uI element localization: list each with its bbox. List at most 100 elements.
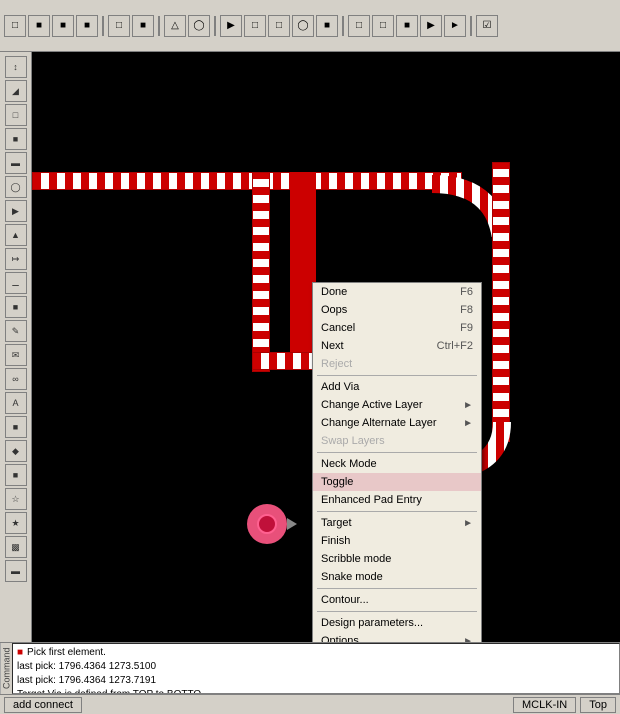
left-btn-8[interactable]: ▲ bbox=[5, 224, 27, 246]
context-menu: Done F6 Oops F8 Cancel F9 Next Ctrl+F2 R… bbox=[312, 282, 482, 642]
menu-item-change-alternate-layer[interactable]: Change Alternate Layer ► bbox=[313, 414, 481, 432]
menu-item-next[interactable]: Next Ctrl+F2 bbox=[313, 337, 481, 355]
cursor-arrow bbox=[287, 518, 297, 530]
toolbar-btn-12[interactable]: ◯ bbox=[292, 15, 314, 37]
menu-label-oops: Oops bbox=[321, 304, 347, 316]
toolbar-btn-11[interactable]: □ bbox=[268, 15, 290, 37]
left-btn-3[interactable]: □ bbox=[5, 104, 27, 126]
menu-item-add-via[interactable]: Add Via bbox=[313, 378, 481, 396]
left-btn-16[interactable]: ■ bbox=[5, 416, 27, 438]
left-btn-20[interactable]: ★ bbox=[5, 512, 27, 534]
cursor-inner bbox=[257, 514, 277, 534]
trace-left bbox=[252, 172, 270, 372]
separator-snake bbox=[317, 588, 477, 589]
menu-shortcut-oops: F8 bbox=[460, 304, 473, 316]
menu-item-oops[interactable]: Oops F8 bbox=[313, 301, 481, 319]
menu-label-reject: Reject bbox=[321, 358, 352, 370]
left-btn-4[interactable]: ■ bbox=[5, 128, 27, 150]
status-area: Command ■ Pick first element. last pick:… bbox=[0, 642, 620, 694]
left-btn-9[interactable]: ↦ bbox=[5, 248, 27, 270]
menu-label-enhanced-pad: Enhanced Pad Entry bbox=[321, 494, 422, 506]
menu-shortcut-cancel: F9 bbox=[460, 322, 473, 334]
menu-item-enhanced-pad[interactable]: Enhanced Pad Entry bbox=[313, 491, 481, 509]
left-btn-13[interactable]: ✉ bbox=[5, 344, 27, 366]
toolbar-btn-6[interactable]: ■ bbox=[132, 15, 154, 37]
menu-label-next: Next bbox=[321, 340, 344, 352]
menu-item-contour[interactable]: Contour... bbox=[313, 591, 481, 609]
menu-item-swap-layers: Swap Layers bbox=[313, 432, 481, 450]
left-btn-11[interactable]: ■ bbox=[5, 296, 27, 318]
menu-label-toggle: Toggle bbox=[321, 476, 353, 488]
left-btn-22[interactable]: ▬ bbox=[5, 560, 27, 582]
menu-item-target[interactable]: Target ► bbox=[313, 514, 481, 532]
toolbar-btn-18[interactable]: ► bbox=[444, 15, 466, 37]
menu-label-target: Target bbox=[321, 517, 352, 529]
left-btn-10[interactable]: ⚊ bbox=[5, 272, 27, 294]
toolbar-btn-4[interactable]: ■ bbox=[76, 15, 98, 37]
menu-label-snake: Snake mode bbox=[321, 571, 383, 583]
toolbar-btn-3[interactable]: ■ bbox=[52, 15, 74, 37]
menu-item-cancel[interactable]: Cancel F9 bbox=[313, 319, 481, 337]
separator-3 bbox=[214, 16, 216, 36]
left-btn-6[interactable]: ◯ bbox=[5, 176, 27, 198]
cmd-line-2: last pick: 1796.4364 1273.5100 bbox=[17, 660, 615, 674]
command-panel: ■ Pick first element. last pick: 1796.43… bbox=[12, 643, 620, 694]
left-btn-17[interactable]: ◆ bbox=[5, 440, 27, 462]
arrow-change-alternate-layer: ► bbox=[463, 418, 473, 429]
status-layer2: Top bbox=[580, 697, 616, 713]
toolbar-btn-9[interactable]: ▶ bbox=[220, 15, 242, 37]
left-btn-15[interactable]: A bbox=[5, 392, 27, 414]
arrow-change-active-layer: ► bbox=[463, 400, 473, 411]
left-btn-14[interactable]: ∞ bbox=[5, 368, 27, 390]
toolbar-btn-1[interactable]: □ bbox=[4, 15, 26, 37]
cmd-line-3: last pick: 1796.4364 1273.7191 bbox=[17, 674, 615, 688]
menu-item-snake[interactable]: Snake mode bbox=[313, 568, 481, 586]
menu-label-design-params: Design parameters... bbox=[321, 617, 423, 629]
menu-label-neck-mode: Neck Mode bbox=[321, 458, 377, 470]
canvas-area[interactable]: Done F6 Oops F8 Cancel F9 Next Ctrl+F2 R… bbox=[32, 52, 620, 642]
cmd-line-4: Target Via is defined from TOP to BOTTO.… bbox=[17, 688, 615, 694]
menu-shortcut-done: F6 bbox=[460, 286, 473, 298]
toolbar-btn-8[interactable]: ◯ bbox=[188, 15, 210, 37]
toolbar-btn-15[interactable]: □ bbox=[372, 15, 394, 37]
menu-label-add-via: Add Via bbox=[321, 381, 359, 393]
menu-item-neck-mode[interactable]: Neck Mode bbox=[313, 455, 481, 473]
toolbar-btn-17[interactable]: ▶ bbox=[420, 15, 442, 37]
cmd-line-1: ■ Pick first element. bbox=[17, 646, 615, 660]
status-label-add-connect: add connect bbox=[4, 697, 82, 713]
toolbar-btn-2[interactable]: ■ bbox=[28, 15, 50, 37]
menu-item-change-active-layer[interactable]: Change Active Layer ► bbox=[313, 396, 481, 414]
left-btn-19[interactable]: ☆ bbox=[5, 488, 27, 510]
trace-right bbox=[492, 162, 510, 442]
left-btn-1[interactable]: ↕ bbox=[5, 56, 27, 78]
left-btn-5[interactable]: ▬ bbox=[5, 152, 27, 174]
left-btn-2[interactable]: ◢ bbox=[5, 80, 27, 102]
cmd-text-1: Pick first element. bbox=[27, 646, 106, 660]
toolbar-btn-14[interactable]: □ bbox=[348, 15, 370, 37]
separator-pad bbox=[317, 511, 477, 512]
toolbar-btn-16[interactable]: ■ bbox=[396, 15, 418, 37]
toolbar-btn-10[interactable]: □ bbox=[244, 15, 266, 37]
menu-item-design-params[interactable]: Design parameters... bbox=[313, 614, 481, 632]
status-layer1: MCLK-IN bbox=[513, 697, 576, 713]
menu-label-contour: Contour... bbox=[321, 594, 369, 606]
cmd-icon-1: ■ bbox=[17, 646, 23, 660]
cmd-text-3: last pick: 1796.4364 1273.7191 bbox=[17, 674, 156, 688]
menu-item-scribble[interactable]: Scribble mode bbox=[313, 550, 481, 568]
menu-item-finish[interactable]: Finish bbox=[313, 532, 481, 550]
cmd-text-2: last pick: 1796.4364 1273.5100 bbox=[17, 660, 156, 674]
menu-item-options[interactable]: Options ► bbox=[313, 632, 481, 642]
left-btn-7[interactable]: ▶ bbox=[5, 200, 27, 222]
left-btn-18[interactable]: ■ bbox=[5, 464, 27, 486]
menu-item-toggle[interactable]: Toggle bbox=[313, 473, 481, 491]
menu-item-done[interactable]: Done F6 bbox=[313, 283, 481, 301]
toolbar-btn-7[interactable]: △ bbox=[164, 15, 186, 37]
separator-reject bbox=[317, 375, 477, 376]
toolbar-btn-13[interactable]: ■ bbox=[316, 15, 338, 37]
toolbar-btn-19[interactable]: ☑ bbox=[476, 15, 498, 37]
menu-label-change-alternate-layer: Change Alternate Layer bbox=[321, 417, 437, 429]
toolbar-btn-5[interactable]: □ bbox=[108, 15, 130, 37]
left-btn-21[interactable]: ▩ bbox=[5, 536, 27, 558]
left-btn-12[interactable]: ✎ bbox=[5, 320, 27, 342]
menu-label-done: Done bbox=[321, 286, 347, 298]
